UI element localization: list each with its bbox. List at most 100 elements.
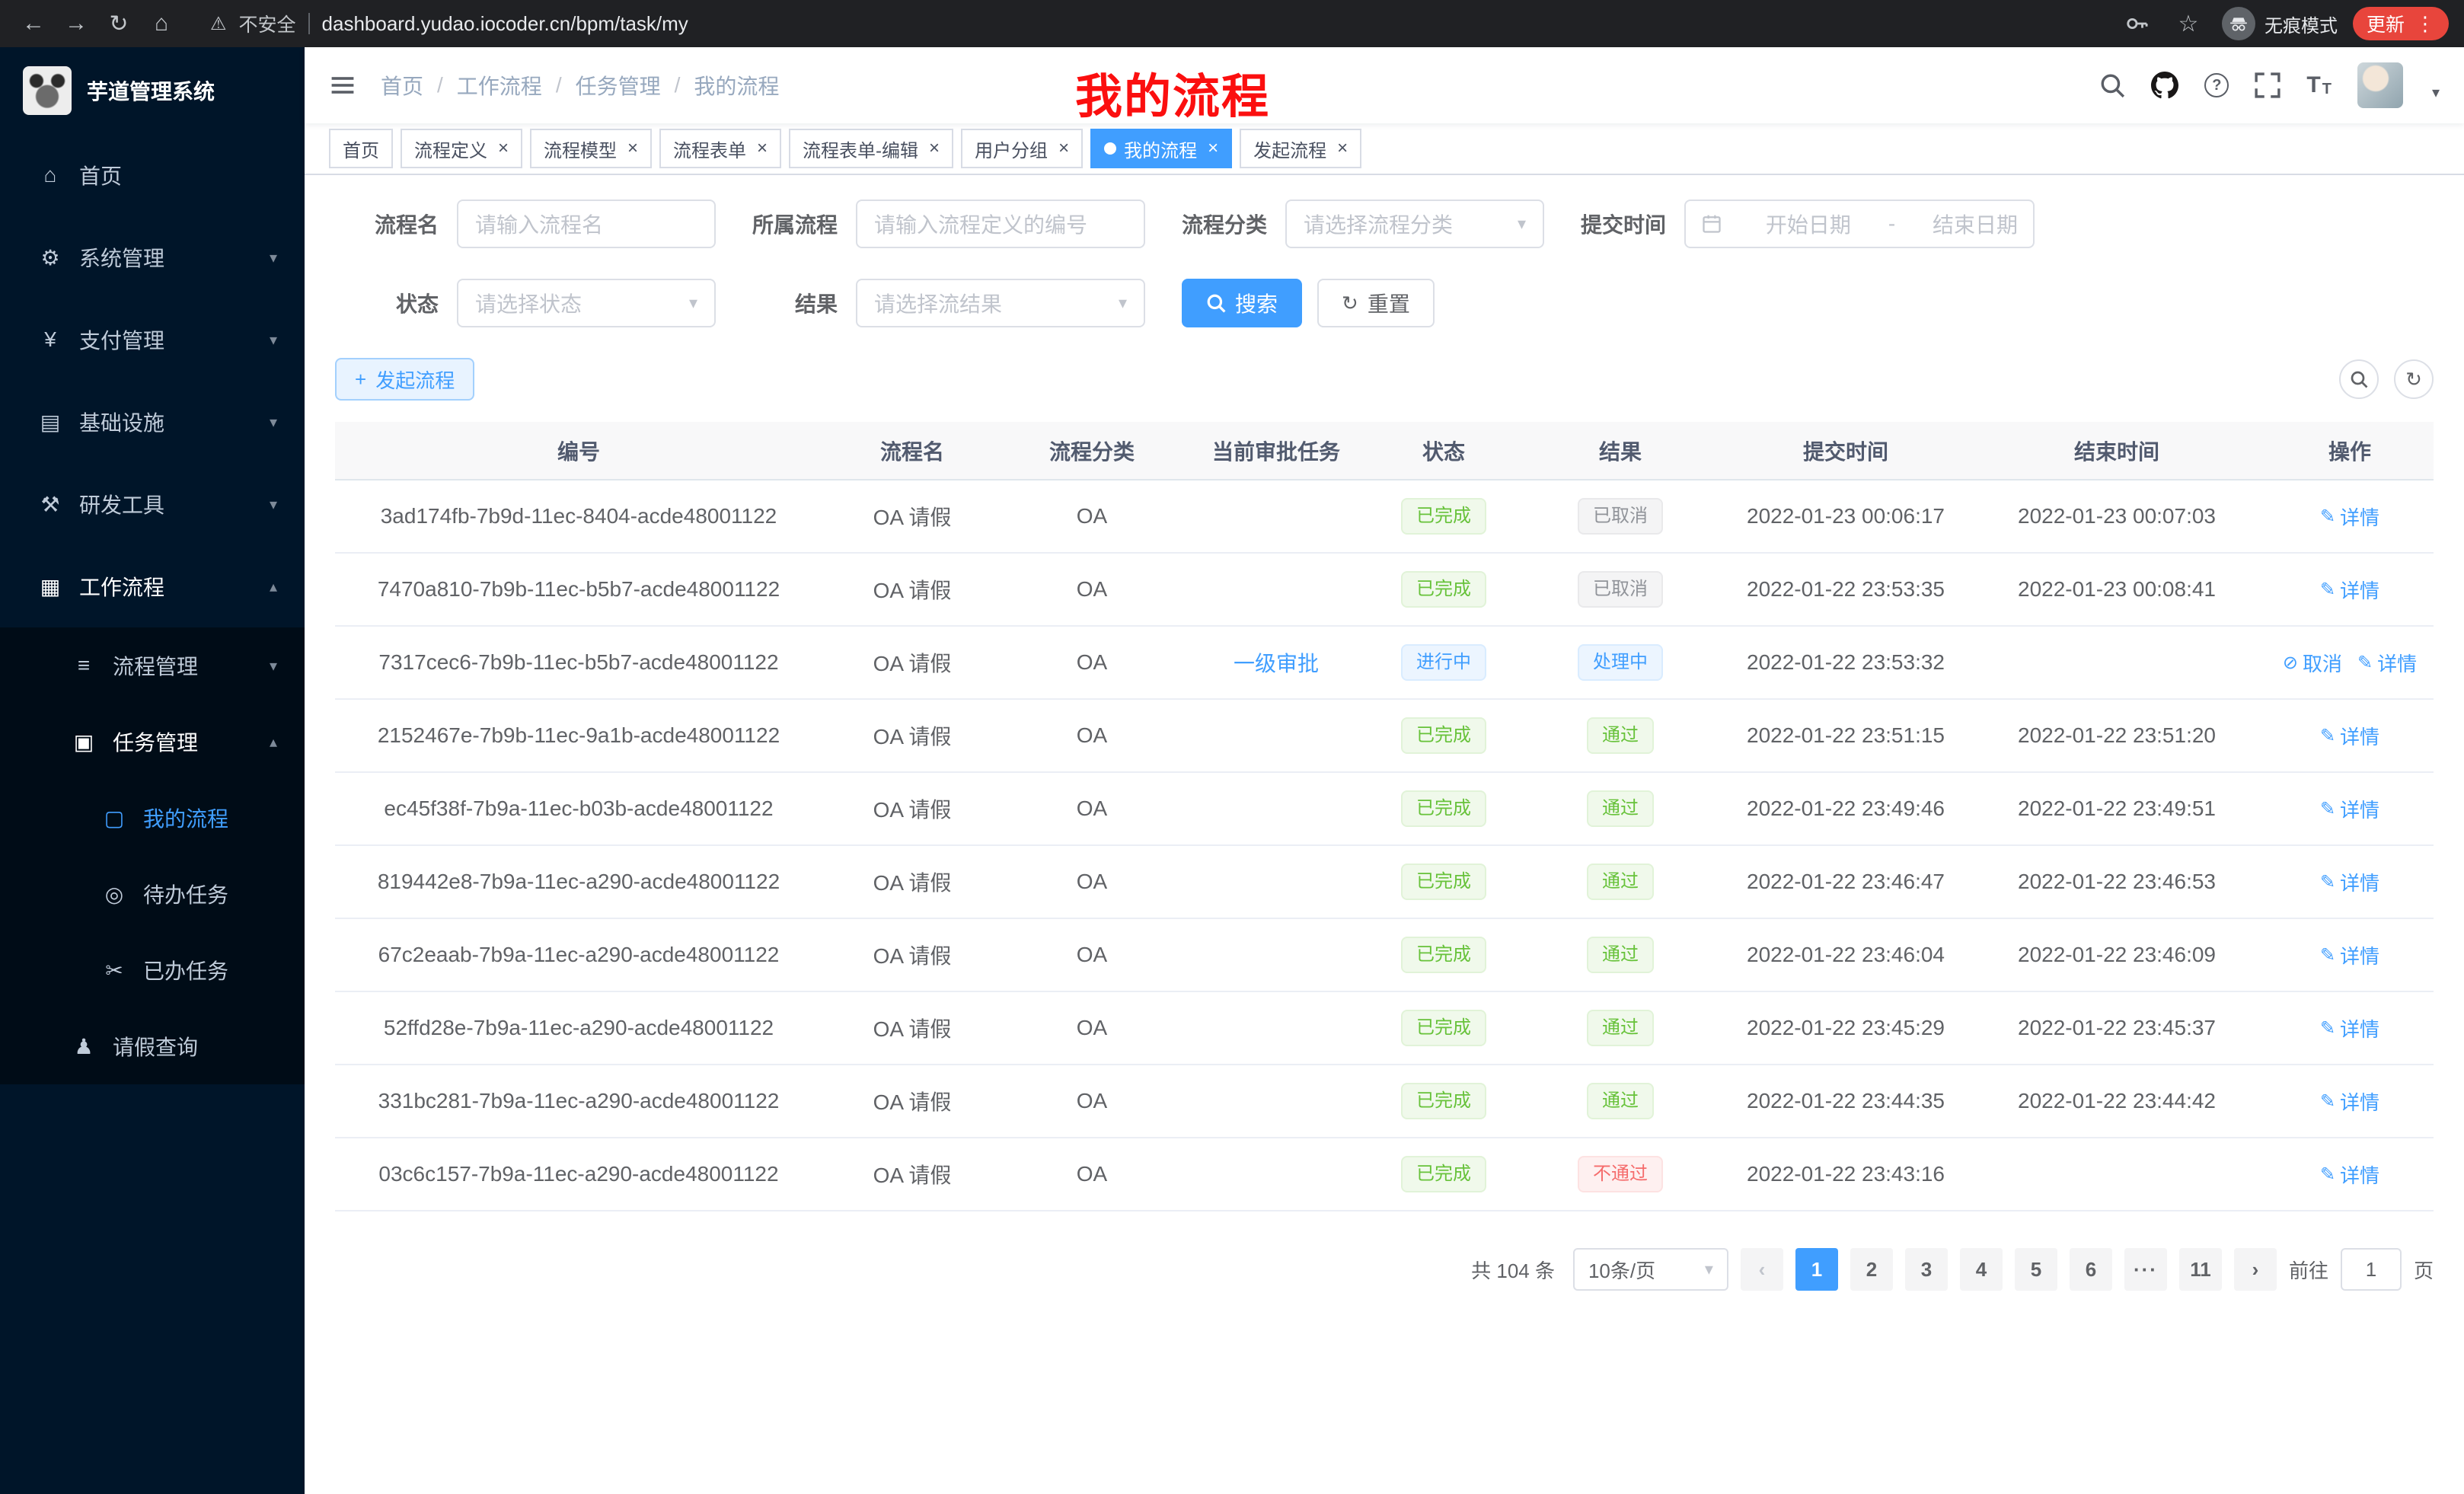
github-icon[interactable] — [2151, 72, 2178, 99]
detail-button[interactable]: ✎详情 — [2320, 1087, 2379, 1116]
profile-badge[interactable]: 无痕模式 — [2222, 7, 2338, 40]
tab-流程表单[interactable]: 流程表单× — [659, 129, 781, 168]
update-button[interactable]: 更新 ⋮ — [2353, 7, 2449, 40]
forward-icon[interactable]: → — [58, 5, 94, 42]
detail-button[interactable]: ✎详情 — [2320, 795, 2379, 823]
breadcrumb-item-task-management[interactable]: 任务管理 — [576, 70, 661, 101]
tab-流程表单-编辑[interactable]: 流程表单-编辑× — [789, 129, 953, 168]
search-icon[interactable] — [2099, 72, 2125, 98]
cell-current-task — [1182, 845, 1371, 918]
sidebar-item-infrastructure[interactable]: ▤基础设施▾ — [0, 381, 305, 463]
close-icon[interactable]: × — [929, 139, 940, 158]
search-button[interactable]: 搜索 — [1182, 279, 1302, 327]
process-definition-input[interactable]: 请输入流程定义的编号 — [856, 200, 1145, 248]
cell-current-task — [1182, 553, 1371, 626]
page-size-select[interactable]: 10条/页 ▾ — [1573, 1248, 1728, 1291]
close-icon[interactable]: × — [1208, 139, 1218, 158]
close-icon[interactable]: × — [498, 139, 509, 158]
refresh-table-button[interactable]: ↻ — [2394, 359, 2434, 399]
prev-page-button[interactable]: ‹ — [1741, 1248, 1783, 1291]
tab-首页[interactable]: 首页 — [329, 129, 393, 168]
tab-流程定义[interactable]: 流程定义× — [401, 129, 522, 168]
reset-button[interactable]: ↻ 重置 — [1317, 279, 1435, 327]
page-button-3[interactable]: 3 — [1905, 1248, 1948, 1291]
sidebar-item-done-task[interactable]: ✂已办任务 — [0, 932, 305, 1008]
close-icon[interactable]: × — [1058, 139, 1069, 158]
kebab-menu-icon[interactable]: ⋮ — [2415, 12, 2435, 36]
page-button-2[interactable]: 2 — [1850, 1248, 1893, 1291]
category-select[interactable]: 请选择流程分类 ▾ — [1285, 200, 1544, 248]
status-select[interactable]: 请选择状态 ▾ — [457, 279, 716, 327]
close-icon[interactable]: × — [627, 139, 638, 158]
cell-actions: ✎详情 — [2266, 480, 2434, 553]
back-icon[interactable]: ← — [15, 5, 52, 42]
sidebar-item-todo-task[interactable]: ◎待办任务 — [0, 856, 305, 932]
breadcrumb-item-home[interactable]: 首页 — [381, 70, 423, 101]
sidebar-item-task-management[interactable]: ▣任务管理▴ — [0, 704, 305, 780]
close-icon[interactable]: × — [1337, 139, 1348, 158]
cell-result: 已取消 — [1517, 553, 1724, 626]
help-icon[interactable]: ? — [2204, 73, 2229, 97]
page-button-11[interactable]: 11 — [2179, 1248, 2222, 1291]
address-bar[interactable]: ⚠ 不安全 dashboard.yudao.iocoder.cn/bpm/tas… — [186, 10, 2112, 37]
bookmark-star-icon[interactable]: ☆ — [2170, 5, 2207, 42]
detail-button[interactable]: ✎详情 — [2320, 941, 2379, 969]
sidebar-item-payment-management[interactable]: ¥支付管理▾ — [0, 298, 305, 381]
action-label: 详情 — [2340, 503, 2379, 531]
sidebar-item-home[interactable]: ⌂首页 — [0, 134, 305, 216]
cell-submit-time: 2022-01-22 23:45:29 — [1724, 991, 1968, 1065]
page-button-4[interactable]: 4 — [1960, 1248, 2003, 1291]
cancel-button[interactable]: ⊘取消 — [2283, 649, 2342, 677]
tab-流程模型[interactable]: 流程模型× — [530, 129, 652, 168]
page-button-5[interactable]: 5 — [2015, 1248, 2057, 1291]
fullscreen-icon[interactable] — [2255, 72, 2280, 98]
sidebar-item-system-management[interactable]: ⚙系统管理▾ — [0, 216, 305, 298]
toggle-search-button[interactable] — [2339, 359, 2379, 399]
submit-time-range-picker[interactable]: 开始日期 - 结束日期 — [1684, 200, 2035, 248]
cell-submit-time: 2022-01-22 23:46:04 — [1724, 918, 1968, 991]
user-avatar[interactable] — [2357, 62, 2403, 108]
action-label: 取消 — [2303, 649, 2342, 677]
detail-button[interactable]: ✎详情 — [2320, 1160, 2379, 1189]
search-icon — [1206, 293, 1226, 313]
sidebar-item-leave-query[interactable]: ♟请假查询 — [0, 1008, 305, 1084]
sidebar-item-my-process[interactable]: ▢我的流程 — [0, 780, 305, 856]
browser-home-icon[interactable]: ⌂ — [143, 5, 180, 42]
sidebar-item-process-management[interactable]: ≡流程管理▾ — [0, 627, 305, 704]
create-process-button[interactable]: + 发起流程 — [335, 358, 474, 401]
menu-collapse-icon[interactable] — [329, 72, 356, 99]
pager-ellipsis[interactable]: ··· — [2124, 1248, 2167, 1291]
detail-button[interactable]: ✎详情 — [2320, 503, 2379, 531]
filter-row-2: 状态 请选择状态 ▾ 结果 请选择流结果 ▾ — [335, 279, 2434, 327]
cell-submit-time: 2022-01-22 23:53:35 — [1724, 553, 1968, 626]
sidebar-item-dev-tools[interactable]: ⚒研发工具▾ — [0, 463, 305, 545]
avatar-caret-icon[interactable]: ▾ — [2432, 83, 2440, 102]
detail-button[interactable]: ✎详情 — [2357, 649, 2417, 677]
result-select[interactable]: 请选择流结果 ▾ — [856, 279, 1145, 327]
reload-icon[interactable]: ↻ — [101, 5, 137, 42]
detail-button[interactable]: ✎详情 — [2320, 576, 2379, 604]
goto-page-input[interactable] — [2341, 1248, 2402, 1291]
tab-我的流程[interactable]: 我的流程× — [1090, 129, 1232, 168]
key-icon[interactable] — [2118, 5, 2155, 42]
tab-发起流程[interactable]: 发起流程× — [1240, 129, 1361, 168]
current-task-link[interactable]: 一级审批 — [1234, 652, 1319, 675]
breadcrumb-item-workflow[interactable]: 工作流程 — [457, 70, 542, 101]
close-icon[interactable]: × — [757, 139, 768, 158]
cell-process-name: OA 请假 — [822, 699, 1002, 772]
font-size-icon[interactable]: TT — [2306, 72, 2332, 98]
page-button-6[interactable]: 6 — [2070, 1248, 2112, 1291]
edit-icon: ✎ — [2320, 579, 2335, 601]
tab-用户分组[interactable]: 用户分组× — [961, 129, 1083, 168]
sidebar-item-workflow[interactable]: ▦工作流程▴ — [0, 545, 305, 627]
cell-end-time: 2022-01-23 00:08:41 — [1968, 553, 2266, 626]
cell-actions: ✎详情 — [2266, 845, 2434, 918]
detail-button[interactable]: ✎详情 — [2320, 868, 2379, 896]
cell-process-id: 03c6c157-7b9a-11ec-a290-acde48001122 — [335, 1138, 822, 1211]
detail-button[interactable]: ✎详情 — [2320, 1014, 2379, 1042]
app-logo[interactable]: 芋道管理系统 — [0, 47, 305, 134]
page-button-1[interactable]: 1 — [1795, 1248, 1838, 1291]
next-page-button[interactable]: › — [2234, 1248, 2277, 1291]
process-name-input[interactable]: 请输入流程名 — [457, 200, 716, 248]
detail-button[interactable]: ✎详情 — [2320, 722, 2379, 750]
